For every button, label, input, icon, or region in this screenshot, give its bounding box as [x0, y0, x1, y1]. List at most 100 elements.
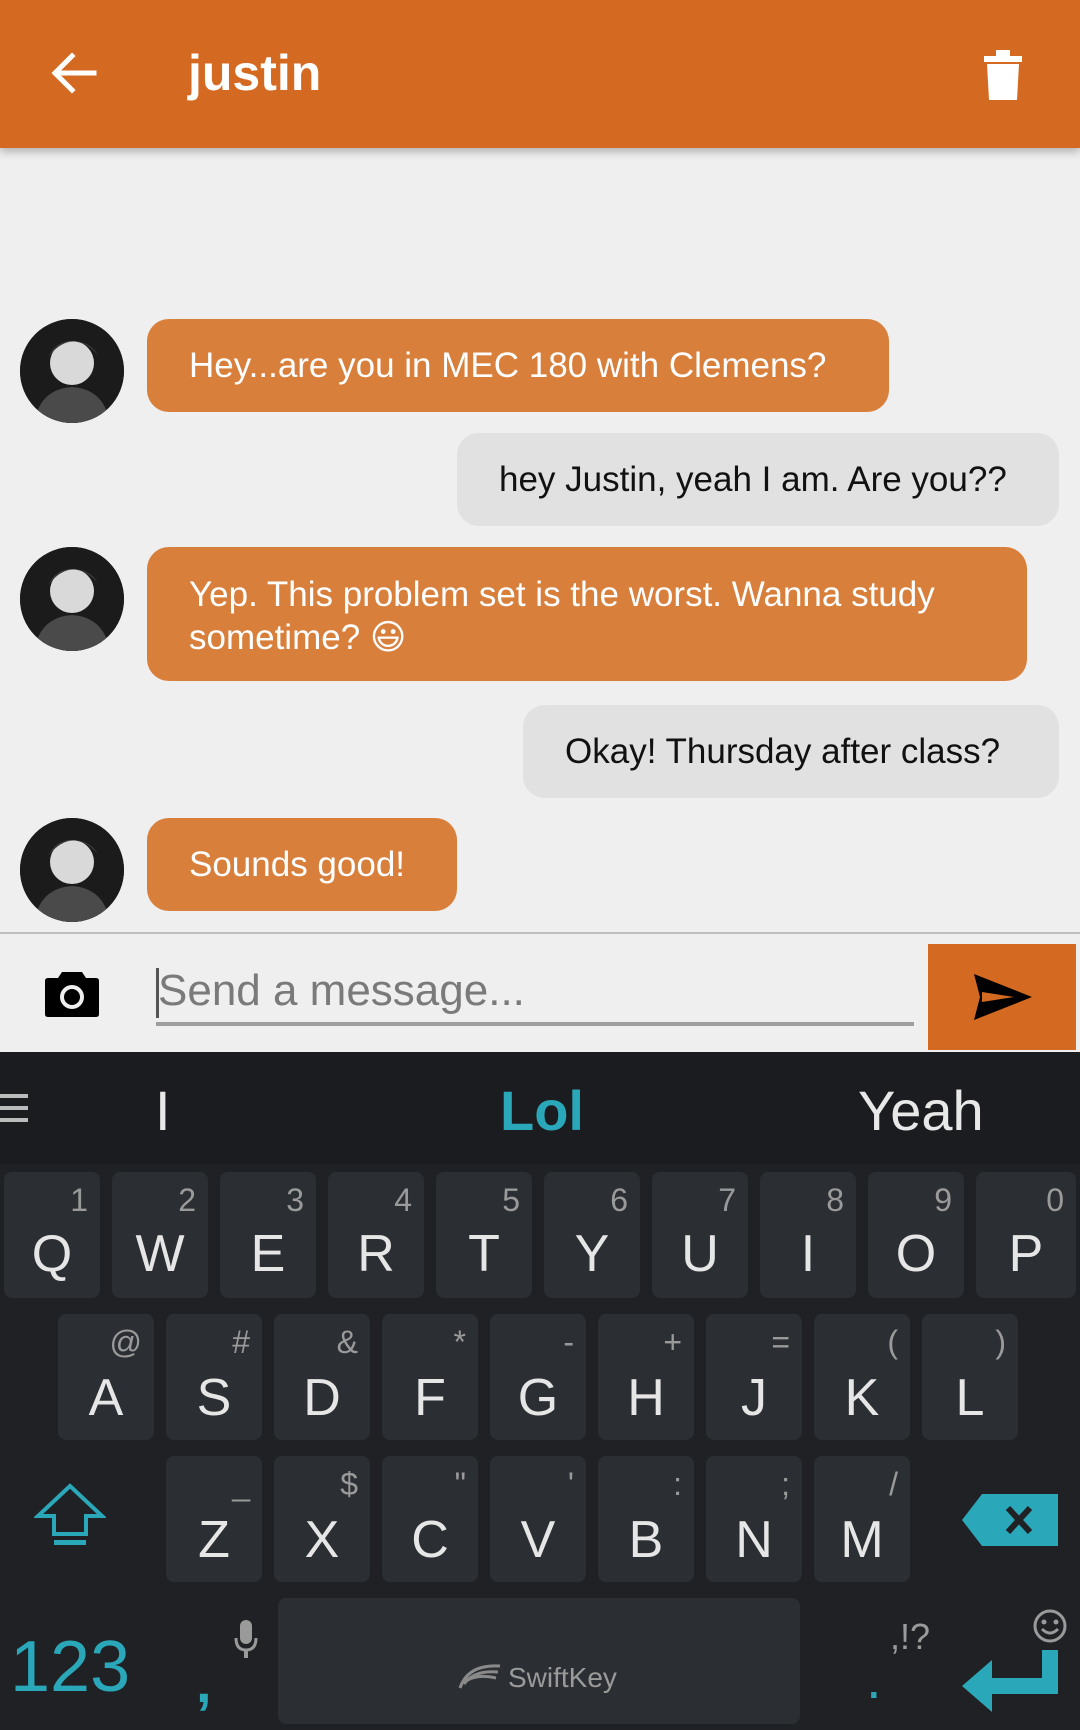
smiley-emoji-icon: 😃 [369, 618, 407, 658]
message-text-line-2-words: sometime? [189, 618, 361, 657]
outgoing-message[interactable]: hey Justin, yeah I am. Are you?? [457, 433, 1059, 526]
key-z[interactable]: _ Z [166, 1456, 262, 1582]
numbers-key[interactable]: 123 [10, 1626, 130, 1708]
period-label: . [866, 1647, 882, 1710]
key-i[interactable]: 8I [760, 1172, 856, 1298]
key-l[interactable]: ) L [922, 1314, 1018, 1440]
message-input-placeholder: Send a message... [158, 966, 525, 1015]
key-q[interactable]: 1Q [4, 1172, 100, 1298]
incoming-message[interactable]: Yep. This problem set is the worst. Wann… [147, 547, 1027, 681]
key-secondary: _ [232, 1466, 250, 1502]
suggestion-left[interactable]: I [155, 1078, 171, 1143]
avatar-photo [20, 547, 124, 651]
camera-icon[interactable] [44, 970, 100, 1018]
key-label: Q [31, 1225, 73, 1283]
key-o[interactable]: 9O [868, 1172, 964, 1298]
space-bar-brand: SwiftKey [508, 1662, 617, 1693]
key-label: M [840, 1511, 884, 1569]
comma-label: , [196, 1651, 212, 1714]
key-n[interactable]: ; N [706, 1456, 802, 1582]
avatar[interactable] [20, 547, 124, 651]
message-input[interactable]: Send a message... [156, 960, 914, 1026]
key-j[interactable]: = J [706, 1314, 802, 1440]
key-s[interactable]: # S [166, 1314, 262, 1440]
keyboard: I Lol Yeah 1Q 2W 3E 4R 5T 6Y 7U 8I 9O 0P… [0, 1052, 1080, 1730]
menu-icon[interactable] [0, 1092, 28, 1124]
key-x[interactable]: $ X [274, 1456, 370, 1582]
key-c[interactable]: " C [382, 1456, 478, 1582]
avatar-photo [20, 319, 124, 423]
send-button[interactable] [928, 944, 1076, 1050]
key-label: J [741, 1369, 767, 1427]
microphone-icon [234, 1620, 258, 1658]
key-e[interactable]: 3E [220, 1172, 316, 1298]
key-secondary: $ [340, 1466, 358, 1502]
avatar[interactable] [20, 818, 124, 922]
period-key[interactable]: ,!? . [850, 1616, 940, 1726]
key-r[interactable]: 4R [328, 1172, 424, 1298]
comma-key[interactable]: , [196, 1620, 258, 1720]
key-secondary: 8 [826, 1182, 844, 1218]
key-secondary: @ [109, 1324, 142, 1360]
key-secondary: 2 [178, 1182, 196, 1218]
space-bar[interactable]: SwiftKey [278, 1598, 800, 1724]
key-p[interactable]: 0P [976, 1172, 1076, 1298]
key-label: U [681, 1225, 719, 1283]
suggestion-bar: I Lol Yeah [0, 1052, 1080, 1164]
key-m[interactable]: / M [814, 1456, 910, 1582]
key-label: S [196, 1369, 232, 1427]
trash-icon[interactable] [984, 50, 1022, 100]
key-b[interactable]: :B [598, 1456, 694, 1582]
key-secondary: - [563, 1324, 574, 1360]
key-label: V [520, 1511, 556, 1569]
emoji-icon[interactable] [1032, 1608, 1068, 1644]
message-composer: Send a message... [0, 932, 1080, 1054]
key-secondary: & [336, 1324, 358, 1360]
key-secondary: 6 [610, 1182, 628, 1218]
message-text: Hey...are you in MEC 180 with Clemens? [189, 346, 827, 385]
swiftkey-logo-icon [458, 1664, 501, 1689]
enter-key[interactable] [962, 1650, 1058, 1712]
key-label: A [88, 1369, 124, 1427]
key-label: R [357, 1225, 395, 1283]
key-v[interactable]: ' V [490, 1456, 586, 1582]
incoming-message[interactable]: Sounds good! [147, 818, 457, 911]
key-t[interactable]: 5T [436, 1172, 532, 1298]
key-secondary: 3 [286, 1182, 304, 1218]
key-k[interactable]: (K [814, 1314, 910, 1440]
key-h[interactable]: + H [598, 1314, 694, 1440]
backspace-icon [962, 1494, 1058, 1546]
app-bar: justin [0, 0, 1080, 148]
key-secondary: 4 [394, 1182, 412, 1218]
shift-key[interactable] [32, 1482, 108, 1548]
key-w[interactable]: 2W [112, 1172, 208, 1298]
key-label: C [411, 1511, 449, 1569]
incoming-message[interactable]: Hey...are you in MEC 180 with Clemens? [147, 319, 889, 412]
key-secondary: 0 [1046, 1182, 1064, 1218]
key-label: D [303, 1369, 341, 1427]
message-text-line-2: sometime? 😃 [189, 616, 406, 660]
key-secondary: ' [567, 1466, 574, 1502]
back-arrow-icon[interactable] [48, 48, 98, 98]
key-a[interactable]: @ A [58, 1314, 154, 1440]
message-text: hey Justin, yeah I am. Are you?? [499, 460, 1007, 499]
key-secondary: * [453, 1324, 466, 1360]
key-label: L [955, 1369, 985, 1427]
backspace-key[interactable] [962, 1494, 1058, 1546]
message-text: Okay! Thursday after class? [565, 732, 1001, 771]
key-d[interactable]: & D [274, 1314, 370, 1440]
key-u[interactable]: 7U [652, 1172, 748, 1298]
key-secondary: + [663, 1324, 682, 1360]
key-label: Y [574, 1225, 610, 1283]
key-secondary: 1 [70, 1182, 88, 1218]
key-f[interactable]: * F [382, 1314, 478, 1440]
key-y[interactable]: 6Y [544, 1172, 640, 1298]
avatar[interactable] [20, 319, 124, 423]
key-label: B [628, 1511, 664, 1569]
outgoing-message[interactable]: Okay! Thursday after class? [523, 705, 1059, 798]
key-secondary: 9 [934, 1182, 952, 1218]
key-g[interactable]: -G [490, 1314, 586, 1440]
suggestion-middle[interactable]: Lol [500, 1078, 584, 1143]
suggestion-right[interactable]: Yeah [858, 1078, 984, 1143]
shift-arrow-icon [32, 1483, 108, 1545]
